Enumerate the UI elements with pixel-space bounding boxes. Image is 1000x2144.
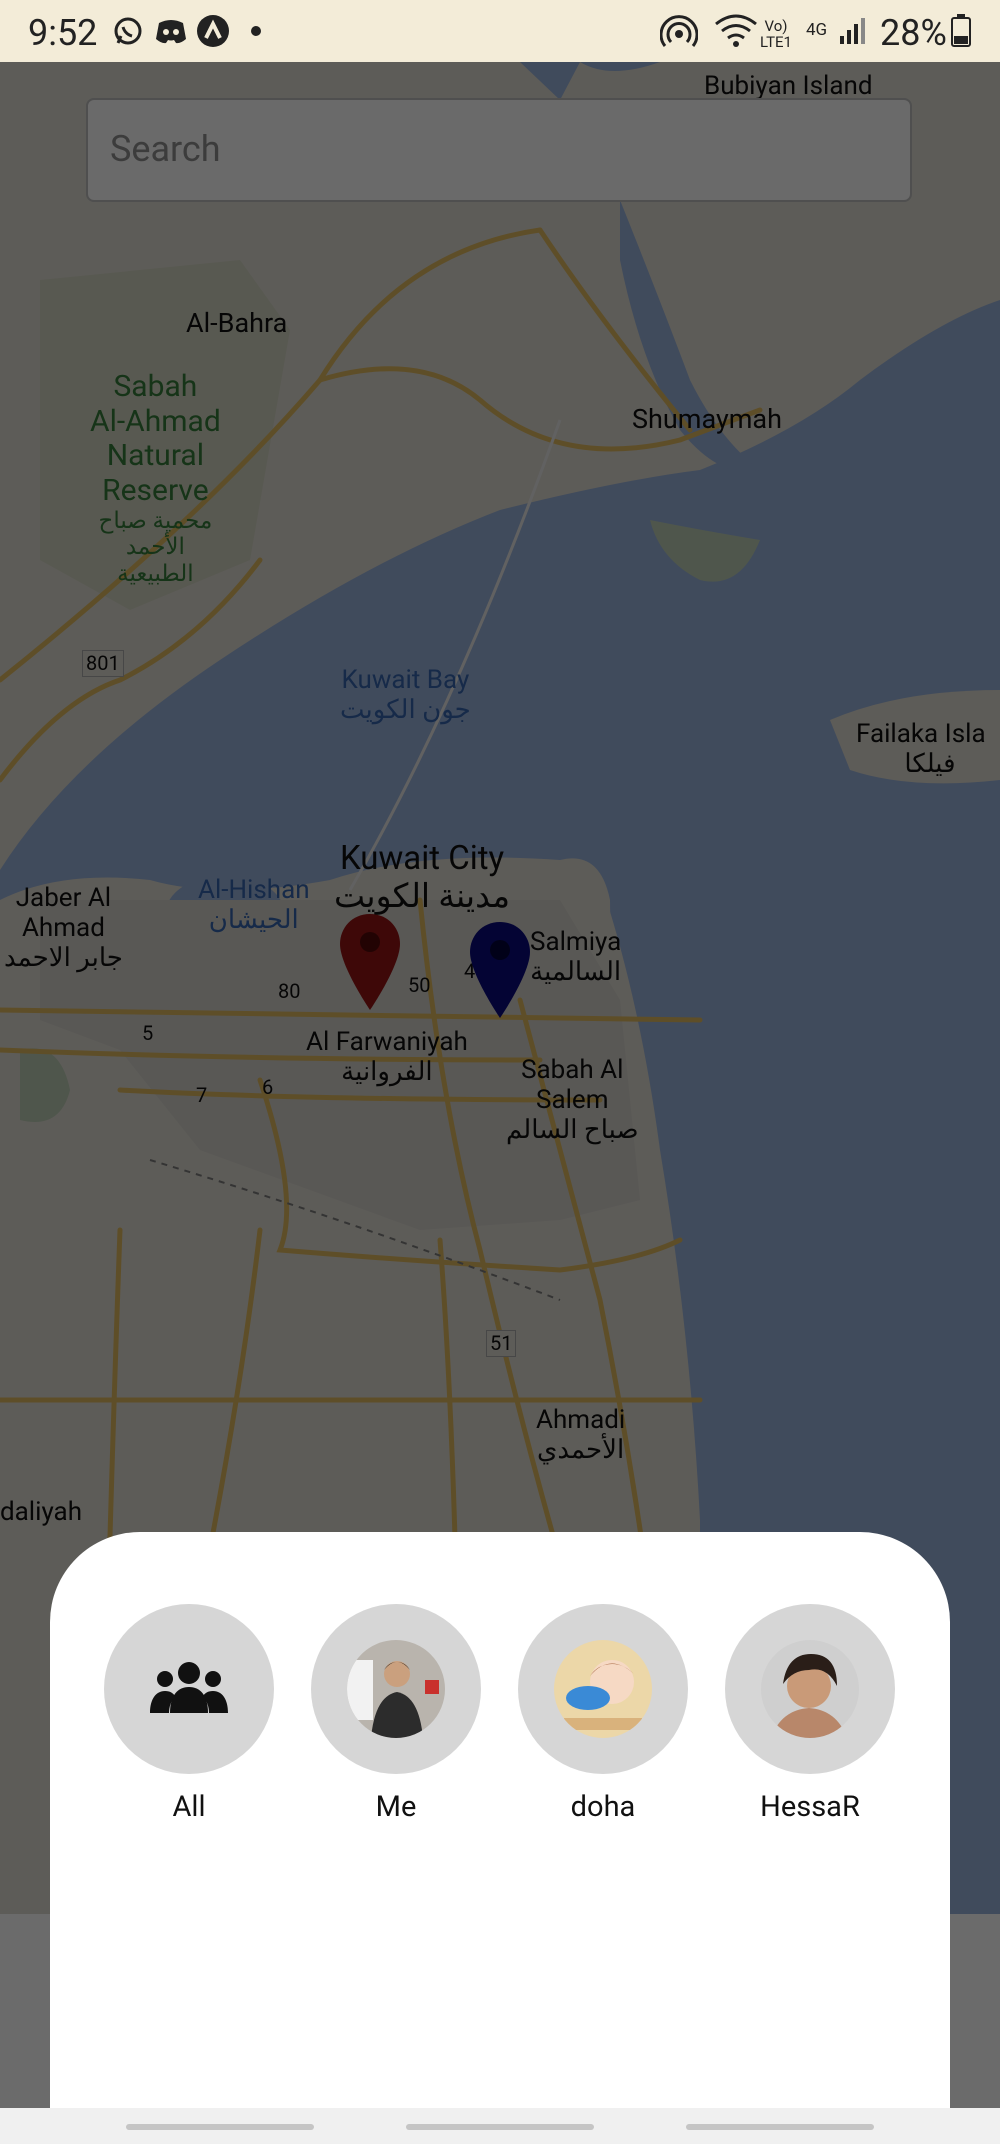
route-801: 801 [82, 650, 124, 677]
avatar [347, 1640, 445, 1738]
label-kuwait-city: Kuwait City مدينة الكويت [334, 839, 511, 916]
label-jaber: Jaber Al Ahmad جابر الاحمد [4, 883, 123, 973]
nav-back-button[interactable] [686, 2124, 874, 2130]
system-nav-bar [0, 2108, 1000, 2144]
app-a-icon [196, 14, 230, 48]
whatsapp-icon [112, 14, 144, 48]
contact-me[interactable]: Me [296, 1604, 496, 1824]
route-6: 6 [262, 1075, 274, 1099]
battery-icon [950, 14, 972, 48]
search-placeholder: Search [110, 128, 221, 170]
route-5: 5 [142, 1021, 154, 1045]
label-ahmadi: Ahmadi الأحمدي [536, 1405, 626, 1465]
hotspot-icon [660, 14, 698, 48]
avatar-ring [311, 1604, 481, 1774]
label-al-bahra: Al-Bahra [186, 307, 288, 339]
wifi-icon [714, 14, 758, 48]
battery-percent: 28% [880, 12, 947, 54]
route-80: 80 [278, 979, 301, 1003]
avatar [554, 1640, 652, 1738]
avatar-ring [725, 1604, 895, 1774]
label-farwaniyah: Al Farwaniyah الفروانية [306, 1027, 468, 1087]
signal-icon [838, 14, 868, 48]
status-time: 9:52 [28, 12, 98, 54]
label-al-hishan: Al-Hishan الحيشان [198, 875, 310, 935]
contact-label: doha [570, 1790, 636, 1824]
avatar-ring [104, 1604, 274, 1774]
label-sabah-reserve: Sabah Al-Ahmad Natural Reserve محمية صبا… [90, 369, 221, 587]
search-input[interactable]: Search [86, 98, 912, 202]
status-bar: 9:52 Vo) LTE1 4G 28% [0, 0, 1000, 62]
contact-label: HessaR [760, 1790, 860, 1824]
contact-label: Me [375, 1790, 417, 1824]
label-daliyah: daliyah [0, 1497, 83, 1527]
label-kuwait-bay: Kuwait Bay جون الكويت [340, 665, 471, 725]
contacts-bottom-sheet: All Me doha HessaR [50, 1532, 950, 2144]
contact-doha[interactable]: doha [503, 1604, 703, 1824]
network-type: Vo) LTE1 [760, 17, 792, 51]
nav-home-button[interactable] [406, 2124, 594, 2130]
contact-label: All [172, 1790, 206, 1824]
route-7: 7 [196, 1083, 208, 1107]
route-50: 50 [408, 973, 431, 997]
label-failaka: Failaka Isla فيلكا [856, 719, 986, 779]
group-icon [150, 1659, 228, 1719]
label-salmiya: Salmiya السالمية [530, 927, 622, 987]
network-gen: 4G [806, 20, 828, 40]
label-shumaymah: Shumaymah [632, 403, 782, 435]
dot-icon [250, 14, 262, 48]
avatar-ring [518, 1604, 688, 1774]
contact-all[interactable]: All [89, 1604, 289, 1824]
label-sabah-salem: Sabah Al Salem صباح السالم [506, 1055, 639, 1145]
nav-recents-button[interactable] [126, 2124, 314, 2130]
route-51: 51 [486, 1330, 517, 1357]
red-marker[interactable] [338, 912, 402, 1012]
avatar [761, 1640, 859, 1738]
contact-hessar[interactable]: HessaR [710, 1604, 910, 1824]
discord-icon [154, 14, 188, 48]
blue-marker[interactable] [468, 920, 532, 1020]
